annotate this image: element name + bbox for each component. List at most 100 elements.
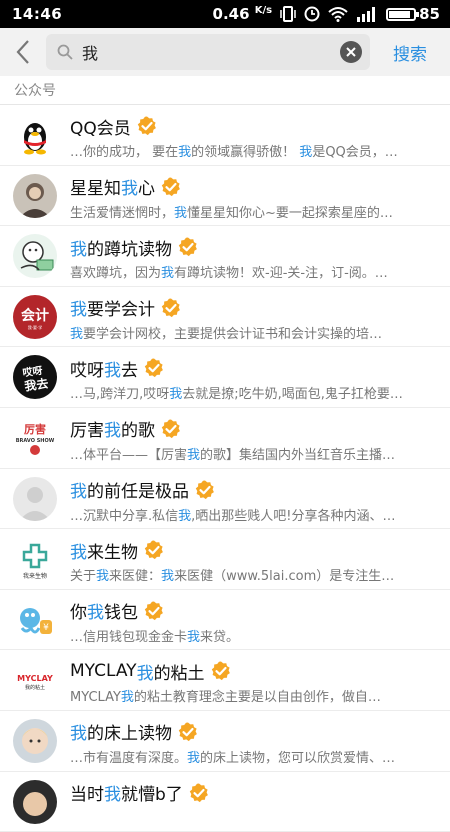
name-text: 去: [121, 360, 138, 381]
desc-segment: 我: [70, 326, 84, 342]
desc-segment: 我: [120, 690, 134, 706]
name-text: 来生物: [87, 542, 138, 563]
name-highlight: 我: [70, 239, 87, 260]
name-highlight: 我: [104, 785, 121, 806]
name-highlight: 我: [121, 179, 138, 200]
desc-segment: 来医健（www.5lai.com）是专注生…: [174, 569, 395, 585]
avatar-subtext: 我·要·学: [28, 324, 43, 330]
desc-segment: 我: [178, 508, 192, 524]
back-arrow-icon: [16, 40, 29, 64]
avatar-text: MYCLAY: [17, 674, 53, 683]
search-query[interactable]: 我: [82, 40, 370, 64]
battery-percent: 85: [419, 5, 440, 23]
name-highlight: 我: [136, 663, 154, 684]
name-text: QQ会员: [70, 118, 131, 139]
name-highlight: 我: [87, 603, 104, 624]
account-description: …信用钱包现金金卡我来贷。: [70, 626, 442, 645]
desc-segment: 来医健：: [109, 569, 162, 585]
account-row[interactable]: 我的床上读物 …市有温度有深度。我的床上读物，您可以欣赏爱情、…: [0, 711, 450, 772]
avatar-subtext: 我的粘土: [25, 684, 45, 691]
desc-segment: ,晒出那些贱人吧!分享各种内涵、…: [191, 508, 396, 524]
search-button[interactable]: 搜索: [370, 40, 450, 65]
network-speed: 0.46 K/s: [212, 5, 273, 23]
account-name: 我要学会计: [70, 297, 181, 321]
account-row[interactable]: QQ会员 …你的成功， 要在我的领域赢得骄傲！ 我是QQ会员，…: [0, 105, 450, 166]
name-text: 的前任是极品: [87, 482, 189, 503]
account-row[interactable]: 厉害 BRAVO SHOW 厉害我的歌 …体平台——【厉害我的歌】集结国内外当红音乐主…: [0, 408, 450, 469]
account-row[interactable]: 我的前任是极品 …沉默中分享.私信我,晒出那些贱人吧!分享各种内涵、…: [0, 469, 450, 530]
name-highlight: 我: [70, 482, 87, 503]
back-button[interactable]: [0, 28, 46, 76]
account-name: 星星知我心: [70, 176, 181, 200]
battery-icon: [386, 7, 420, 21]
avatar: MYCLAY 我的粘土: [13, 658, 57, 703]
account-name: 你我钱包: [70, 600, 164, 624]
account-row[interactable]: 会计 我·要·学我要学会计 我要学会计网校，主要提供会计证书和会计实操的培…: [0, 287, 450, 348]
desc-segment: 生活爱情迷惘时，: [70, 205, 175, 221]
desc-segment: 要学会计网校，主要提供会计证书和会计实操的培…: [83, 326, 383, 342]
status-bar: 14:46 0.46 K/s 85: [0, 0, 450, 28]
name-text: 星星知: [70, 179, 121, 200]
name-text: 的歌: [121, 421, 155, 442]
name-text: 你: [70, 603, 87, 624]
desc-segment: 的粘土教育理念主要是以自由创作，做自…: [133, 690, 381, 706]
avatar-text: 我来生物: [23, 572, 47, 580]
desc-segment: 的歌】集结国内外当红音乐主播…: [200, 447, 396, 463]
desc-segment: 我: [299, 145, 313, 160]
account-description: …市有温度有深度。我的床上读物，您可以欣赏爱情、…: [70, 747, 442, 766]
name-highlight: 我: [70, 542, 87, 563]
account-row[interactable]: 当时我就懵b了: [0, 772, 450, 832]
account-description: 喜欢蹲坑，因为我有蹲坑读物！欢-迎-关-注，订-阅。…: [70, 262, 442, 281]
desc-segment: 是QQ会员，…: [312, 145, 398, 160]
account-name: 我来生物: [70, 539, 164, 563]
verified-badge-icon: [211, 661, 230, 681]
name-text: 当时: [70, 785, 104, 806]
name-text: 的粘土: [153, 663, 205, 684]
clear-icon[interactable]: [340, 41, 362, 63]
account-row[interactable]: 我的蹲坑读物 喜欢蹲坑，因为我有蹲坑读物！欢-迎-关-注，订-阅。…: [0, 226, 450, 287]
verified-badge-icon: [195, 480, 214, 499]
name-text: 心: [138, 179, 155, 200]
desc-segment: …沉默中分享.私信: [70, 508, 179, 524]
name-highlight: 我: [70, 300, 87, 321]
avatar: ¥: [13, 597, 57, 642]
alarm-icon: [304, 6, 320, 22]
desc-segment: 我: [187, 447, 201, 463]
account-name: MYCLAY 我的粘土: [70, 660, 231, 684]
account-row[interactable]: MYCLAY 我的粘土 MYCLAY 我的粘土 MYCLAY我的粘土教育理念主要是以自由…: [0, 650, 450, 711]
name-text: 要学会计: [87, 300, 155, 321]
name-text: 厉害: [70, 421, 104, 442]
section-label: 公众号: [14, 83, 56, 99]
verified-badge-icon: [137, 116, 156, 136]
account-name: 厉害我的歌: [70, 418, 181, 442]
desc-segment: 我: [161, 266, 175, 282]
verified-badge-icon: [178, 722, 197, 742]
desc-segment: 的领域赢得骄傲！: [191, 145, 300, 160]
vibrate-icon: [280, 6, 296, 22]
account-row[interactable]: 星星知我心生活爱情迷惘时，我懂星星知你心~要一起探索星座的…: [0, 166, 450, 227]
avatar: [13, 476, 57, 521]
account-row[interactable]: ¥ 你我钱包 …信用钱包现金金卡我来贷。: [0, 590, 450, 651]
name-text: 钱包: [104, 603, 138, 624]
account-description: …马,跨洋刀,哎呀我去就是撩;吃牛奶,喝面包,鬼子扛枪要…: [70, 383, 442, 402]
desc-segment: MYCLAY: [70, 690, 121, 706]
name-text: 的床上读物: [87, 724, 172, 745]
desc-segment: 我: [169, 387, 183, 403]
search-input[interactable]: 我: [46, 34, 370, 70]
account-row[interactable]: 哎呀 我去 哎呀我去 …马,跨洋刀,哎呀我去就是撩;吃牛奶,喝面包,鬼子扛枪要…: [0, 347, 450, 408]
avatar: [13, 779, 57, 824]
avatar-text: 厉害: [24, 422, 46, 436]
name-text: 就懵b了: [121, 785, 183, 806]
desc-segment: 我: [178, 145, 192, 160]
desc-segment: 我: [161, 569, 175, 585]
account-name: 哎呀我去: [70, 357, 164, 381]
name-text: 的蹲坑读物: [87, 239, 172, 260]
account-description: …沉默中分享.私信我,晒出那些贱人吧!分享各种内涵、…: [70, 505, 442, 524]
name-text: MYCLAY: [70, 661, 137, 682]
account-description: …你的成功， 要在我的领域赢得骄傲！ 我是QQ会员，…: [70, 141, 442, 160]
account-row[interactable]: 我来生物我来生物 关于我来医健：我来医健（www.5lai.com）是专注生…: [0, 529, 450, 590]
name-highlight: 我: [70, 724, 87, 745]
avatar-text: 会计: [21, 307, 49, 324]
desc-segment: 来贷。: [200, 629, 240, 645]
name-highlight: 我: [104, 360, 121, 381]
